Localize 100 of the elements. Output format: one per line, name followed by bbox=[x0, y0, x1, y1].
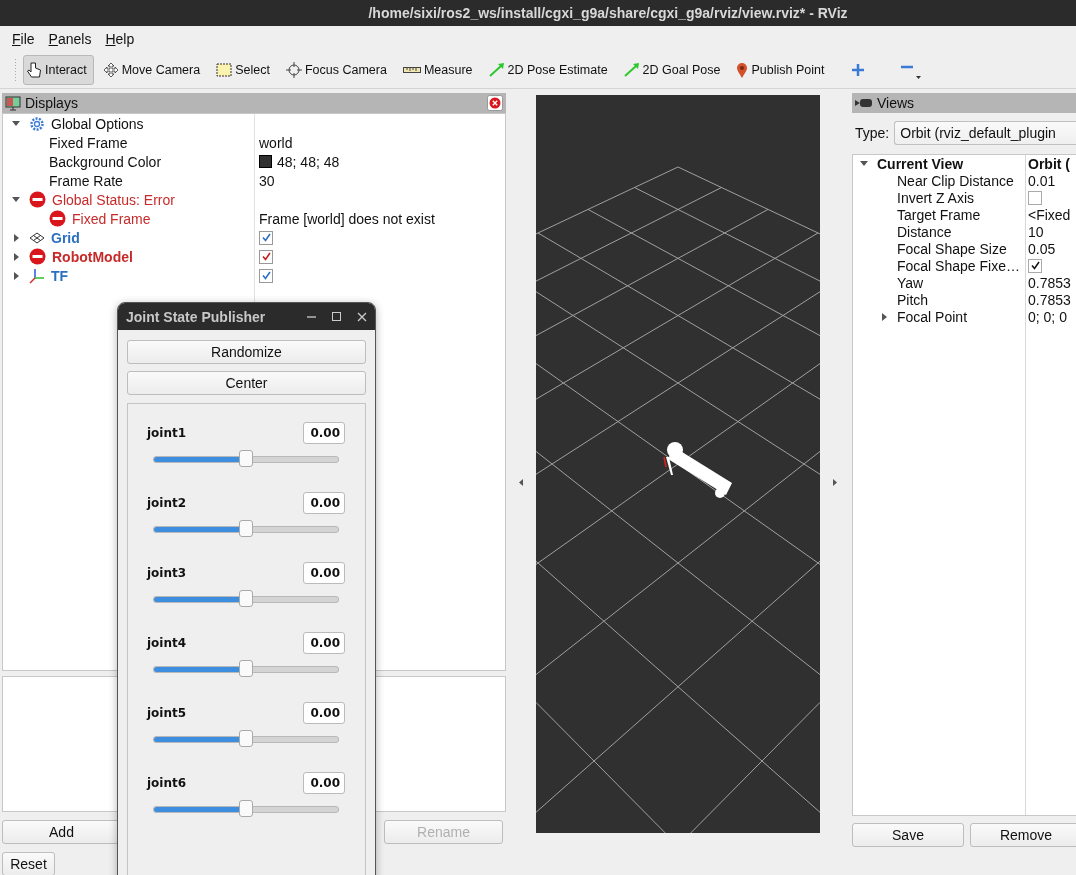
tool-button[interactable]: 2D Goal Pose bbox=[620, 55, 728, 85]
property-value: 30 bbox=[259, 172, 275, 189]
minimize-icon[interactable] bbox=[307, 315, 316, 318]
joint-label: joint2 bbox=[147, 496, 187, 510]
error-icon bbox=[49, 210, 66, 227]
joint-label: joint5 bbox=[147, 706, 187, 720]
joint-value-field[interactable]: 0.00 bbox=[303, 422, 345, 444]
property-value: <Fixed bbox=[1028, 206, 1071, 223]
tool-button[interactable]: Interact bbox=[23, 55, 94, 85]
checkbox[interactable] bbox=[1028, 258, 1042, 273]
property-name[interactable]: Background Color bbox=[49, 153, 162, 170]
move-arrows-icon bbox=[102, 62, 119, 78]
maximize-icon[interactable] bbox=[332, 312, 341, 321]
collapse-right-icon[interactable] bbox=[833, 479, 837, 486]
tool-button[interactable]: Move Camera bbox=[99, 55, 208, 85]
checkbox[interactable] bbox=[259, 249, 273, 264]
tool-button[interactable]: Focus Camera bbox=[282, 55, 394, 85]
close-icon[interactable] bbox=[357, 311, 367, 322]
property-name[interactable]: Fixed Frame bbox=[49, 134, 128, 151]
property-value: 0.7853 bbox=[1028, 291, 1071, 308]
checkbox[interactable] bbox=[259, 268, 273, 283]
property-name[interactable]: Global Options bbox=[51, 115, 144, 132]
toolbar-grip-icon bbox=[14, 58, 17, 82]
panel-button[interactable]: Save bbox=[852, 823, 964, 847]
plus-icon[interactable] bbox=[851, 63, 866, 77]
monitor-icon bbox=[5, 95, 21, 111]
action-button[interactable]: Center bbox=[127, 371, 366, 395]
collapse-left-icon[interactable] bbox=[519, 479, 523, 486]
property-name[interactable]: Near Clip Distance bbox=[897, 172, 1014, 189]
arrow-icon bbox=[488, 63, 505, 77]
property-value: world bbox=[259, 134, 293, 151]
error-icon bbox=[29, 191, 46, 208]
property-value: 48; 48; 48 bbox=[277, 153, 340, 170]
reset-button[interactable]: Reset bbox=[2, 852, 55, 875]
collapsed-triangle-icon[interactable] bbox=[13, 233, 19, 242]
tool-button[interactable]: Publish Point bbox=[733, 55, 832, 85]
property-value: 0; 0; 0 bbox=[1028, 308, 1067, 325]
property-name[interactable]: Distance bbox=[897, 223, 952, 240]
property-name[interactable]: Focal Shape Fixe… bbox=[897, 257, 1020, 274]
property-name[interactable]: Global Status: Error bbox=[52, 191, 175, 208]
gear-icon bbox=[29, 115, 45, 132]
checkbox[interactable] bbox=[1028, 190, 1042, 205]
property-name[interactable]: Yaw bbox=[897, 274, 924, 291]
tool-button[interactable]: 2D Pose Estimate bbox=[485, 55, 615, 85]
joint-label: joint4 bbox=[147, 636, 187, 650]
joint-value-field[interactable]: 0.00 bbox=[303, 632, 345, 654]
joint-value-field[interactable]: 0.00 bbox=[303, 702, 345, 724]
joint-value-field[interactable]: 0.00 bbox=[303, 772, 345, 794]
grid-icon bbox=[29, 231, 45, 244]
window-title: Joint State Publisher bbox=[126, 308, 267, 325]
expanded-triangle-icon[interactable] bbox=[860, 161, 868, 166]
property-name[interactable]: Frame Rate bbox=[49, 172, 123, 189]
joint-label: joint6 bbox=[147, 776, 187, 790]
map-pin-icon bbox=[736, 62, 749, 78]
menu-item[interactable]: Panels bbox=[48, 31, 92, 47]
close-icon[interactable] bbox=[487, 95, 503, 111]
property-name[interactable]: RobotModel bbox=[52, 248, 133, 265]
property-value: 0.01 bbox=[1028, 172, 1056, 189]
panel-button[interactable]: Remove bbox=[970, 823, 1076, 847]
tool-button[interactable]: Measure bbox=[399, 55, 480, 85]
property-name[interactable]: TF bbox=[51, 267, 69, 284]
type-label: Type: bbox=[855, 125, 890, 141]
property-name[interactable]: Invert Z Axis bbox=[897, 189, 975, 206]
property-name[interactable]: Target Frame bbox=[897, 206, 981, 223]
property-name[interactable]: Grid bbox=[51, 229, 80, 246]
crosshair-icon bbox=[285, 62, 302, 78]
property-name[interactable]: Fixed Frame bbox=[72, 210, 151, 227]
axes-icon bbox=[29, 267, 45, 284]
expanded-triangle-icon[interactable] bbox=[12, 197, 20, 202]
menu-item[interactable]: Help bbox=[105, 31, 135, 47]
joint-value-field[interactable]: 0.00 bbox=[303, 492, 345, 514]
collapsed-triangle-icon[interactable] bbox=[13, 252, 19, 261]
property-name[interactable]: Focal Point bbox=[897, 308, 968, 325]
menu-item[interactable]: File bbox=[12, 31, 35, 47]
panel-title: Displays bbox=[25, 95, 79, 111]
window-title: /home/sixi/ros2_ws/install/cgxi_g9a/share/cgxi_g9a/rviz/view.rviz* - RViz bbox=[367, 5, 848, 21]
hand-pointer-icon bbox=[26, 61, 42, 79]
joint-value-field[interactable]: 0.00 bbox=[303, 562, 345, 584]
error-icon bbox=[29, 248, 46, 265]
action-button[interactable]: Randomize bbox=[127, 340, 366, 364]
selection-rectangle-icon bbox=[216, 63, 233, 77]
ruler-icon bbox=[402, 66, 421, 74]
property-value: 0.05 bbox=[1028, 240, 1056, 257]
panel-title: Views bbox=[877, 95, 916, 111]
checkbox[interactable] bbox=[259, 230, 273, 245]
expanded-triangle-icon[interactable] bbox=[12, 121, 20, 126]
property-name[interactable]: Focal Shape Size bbox=[897, 240, 1007, 257]
property-value: Frame [world] does not exist bbox=[259, 210, 435, 227]
joint-label: joint3 bbox=[147, 566, 187, 580]
camera-icon bbox=[855, 98, 873, 108]
joint-label: joint1 bbox=[147, 426, 187, 440]
robot-model-drawing bbox=[663, 441, 732, 498]
property-value: Orbit ( bbox=[1028, 155, 1070, 172]
property-name[interactable]: Pitch bbox=[897, 291, 929, 308]
collapsed-triangle-icon[interactable] bbox=[13, 271, 19, 280]
property-name[interactable]: Current View bbox=[877, 155, 964, 172]
collapsed-triangle-icon[interactable] bbox=[881, 312, 887, 321]
property-value: 10 bbox=[1028, 223, 1044, 240]
tool-button[interactable]: Select bbox=[213, 55, 277, 85]
view-type-dropdown[interactable]: Orbit (rviz_default_plugin bbox=[894, 121, 1076, 145]
